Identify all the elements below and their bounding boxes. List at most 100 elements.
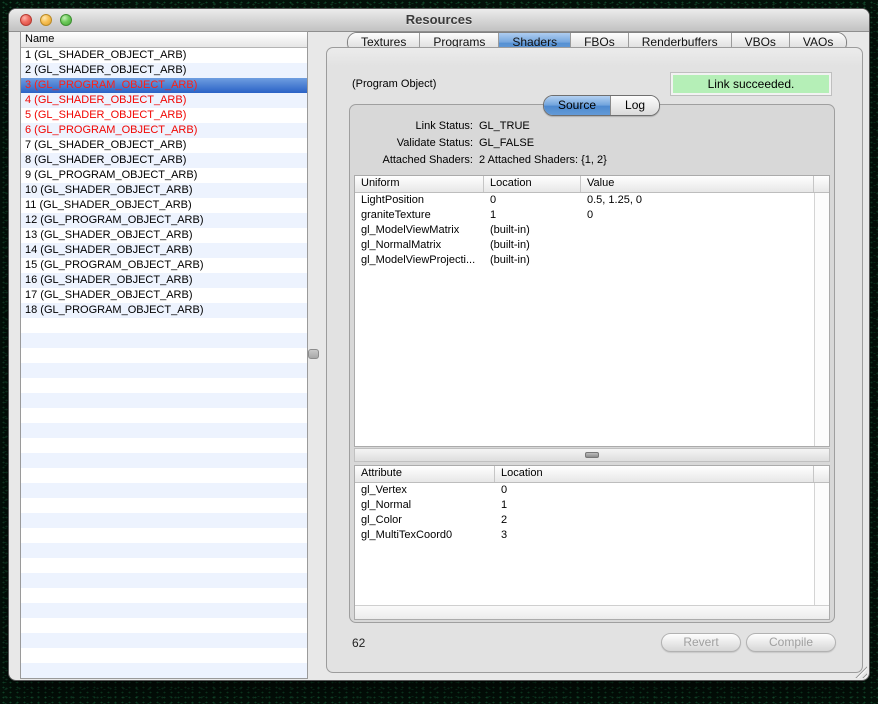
list-item-filler xyxy=(21,498,307,513)
list-item-filler xyxy=(21,318,307,333)
table-cell: (built-in) xyxy=(484,238,581,253)
info-row: Validate Status: GL_FALSE xyxy=(350,135,834,152)
list-item[interactable]: 12 (GL_PROGRAM_OBJECT_ARB) xyxy=(21,213,307,228)
uniform-table-vscrollbar[interactable] xyxy=(814,193,829,446)
info-value: 2 Attached Shaders: {1, 2} xyxy=(479,152,607,169)
subtab-source[interactable]: Source xyxy=(544,96,611,115)
list-item-filler xyxy=(21,348,307,363)
table-row[interactable]: gl_ModelViewMatrix(built-in) xyxy=(355,223,814,238)
info-row: Link Status: GL_TRUE xyxy=(350,118,834,135)
list-item-filler xyxy=(21,423,307,438)
revert-button[interactable]: Revert xyxy=(661,633,741,652)
list-item[interactable]: 17 (GL_SHADER_OBJECT_ARB) xyxy=(21,288,307,303)
column-header-location[interactable]: Location xyxy=(484,176,581,192)
table-cell: 1 xyxy=(495,498,814,513)
resources-window: Resources Name 1 (GL_SHADER_OBJECT_ARB)2… xyxy=(8,8,870,681)
list-item[interactable]: 18 (GL_PROGRAM_OBJECT_ARB) xyxy=(21,303,307,318)
list-item[interactable]: 16 (GL_SHADER_OBJECT_ARB) xyxy=(21,273,307,288)
table-row[interactable]: gl_Color2 xyxy=(355,513,814,528)
table-cell: (built-in) xyxy=(484,223,581,238)
table-row[interactable]: gl_NormalMatrix(built-in) xyxy=(355,238,814,253)
list-item[interactable]: 1 (GL_SHADER_OBJECT_ARB) xyxy=(21,48,307,63)
list-item-filler xyxy=(21,588,307,603)
table-row[interactable]: gl_ModelViewProjecti...(built-in) xyxy=(355,253,814,268)
info-value: GL_TRUE xyxy=(479,118,530,135)
list-item-filler xyxy=(21,378,307,393)
table-cell: gl_Normal xyxy=(355,498,495,513)
list-item-filler xyxy=(21,453,307,468)
table-cell: gl_NormalMatrix xyxy=(355,238,484,253)
attribute-table-hscrollbar[interactable] xyxy=(355,605,829,619)
list-item[interactable]: 14 (GL_SHADER_OBJECT_ARB) xyxy=(21,243,307,258)
list-item-filler xyxy=(21,393,307,408)
list-item-filler xyxy=(21,648,307,663)
list-column-header-name[interactable]: Name xyxy=(21,32,307,48)
object-type-label: (Program Object) xyxy=(352,78,436,90)
column-header-value[interactable]: Value xyxy=(581,176,814,192)
source-log-tabs: SourceLog xyxy=(543,95,660,116)
table-cell: gl_ModelViewProjecti... xyxy=(355,253,484,268)
uniform-table-body: LightPosition00.5, 1.25, 0graniteTexture… xyxy=(355,193,814,446)
attribute-table-header: AttributeLocation xyxy=(355,466,829,483)
list-item[interactable]: 11 (GL_SHADER_OBJECT_ARB) xyxy=(21,198,307,213)
list-item-filler xyxy=(21,603,307,618)
list-item-filler xyxy=(21,528,307,543)
list-item-filler xyxy=(21,543,307,558)
table-cell: 0.5, 1.25, 0 xyxy=(581,193,814,208)
list-item[interactable]: 7 (GL_SHADER_OBJECT_ARB) xyxy=(21,138,307,153)
list-item[interactable]: 5 (GL_SHADER_OBJECT_ARB) xyxy=(21,108,307,123)
list-item-filler xyxy=(21,408,307,423)
table-row[interactable]: gl_MultiTexCoord03 xyxy=(355,528,814,543)
list-item-filler xyxy=(21,618,307,633)
table-splitter-grip-icon xyxy=(585,452,599,458)
column-header-uniform[interactable]: Uniform xyxy=(355,176,484,192)
title-bar[interactable]: Resources xyxy=(9,9,869,32)
table-splitter[interactable] xyxy=(354,448,830,462)
table-cell: (built-in) xyxy=(484,253,581,268)
list-item[interactable]: 9 (GL_PROGRAM_OBJECT_ARB) xyxy=(21,168,307,183)
list-item[interactable]: 6 (GL_PROGRAM_OBJECT_ARB) xyxy=(21,123,307,138)
table-row[interactable]: gl_Vertex0 xyxy=(355,483,814,498)
subtab-log[interactable]: Log xyxy=(611,96,659,115)
info-label: Attached Shaders: xyxy=(350,152,473,169)
table-cell: gl_Color xyxy=(355,513,495,528)
compile-button[interactable]: Compile xyxy=(746,633,836,652)
resource-list-rows: 1 (GL_SHADER_OBJECT_ARB)2 (GL_SHADER_OBJ… xyxy=(21,48,307,678)
table-cell: graniteTexture xyxy=(355,208,484,223)
link-status-badge: Link succeeded. xyxy=(671,73,831,95)
table-cell: 2 xyxy=(495,513,814,528)
list-item[interactable]: 3 (GL_PROGRAM_OBJECT_ARB) xyxy=(21,78,307,93)
list-item[interactable]: 4 (GL_SHADER_OBJECT_ARB) xyxy=(21,93,307,108)
table-cell: gl_Vertex xyxy=(355,483,495,498)
table-cell: 3 xyxy=(495,528,814,543)
list-item-filler xyxy=(21,333,307,348)
table-cell: gl_MultiTexCoord0 xyxy=(355,528,495,543)
table-cell: 1 xyxy=(484,208,581,223)
list-item-filler xyxy=(21,468,307,483)
list-item-filler xyxy=(21,573,307,588)
resource-id-counter: 62 xyxy=(352,636,365,650)
list-item[interactable]: 2 (GL_SHADER_OBJECT_ARB) xyxy=(21,63,307,78)
list-item-filler xyxy=(21,558,307,573)
info-value: GL_FALSE xyxy=(479,135,534,152)
list-item[interactable]: 10 (GL_SHADER_OBJECT_ARB) xyxy=(21,183,307,198)
scrollbar-corner xyxy=(814,176,829,192)
table-cell: 0 xyxy=(495,483,814,498)
table-row[interactable]: gl_Normal1 xyxy=(355,498,814,513)
attribute-table-vscrollbar[interactable] xyxy=(814,483,829,605)
attribute-table-body: gl_Vertex0gl_Normal1gl_Color2gl_MultiTex… xyxy=(355,483,814,605)
info-label: Link Status: xyxy=(350,118,473,135)
uniform-table-header: UniformLocationValue xyxy=(355,176,829,193)
column-header-attribute[interactable]: Attribute xyxy=(355,466,495,482)
list-item[interactable]: 13 (GL_SHADER_OBJECT_ARB) xyxy=(21,228,307,243)
column-header-location[interactable]: Location xyxy=(495,466,814,482)
table-row[interactable]: LightPosition00.5, 1.25, 0 xyxy=(355,193,814,208)
list-item-filler xyxy=(21,438,307,453)
program-status-info: Link Status: GL_TRUE Validate Status: GL_FA… xyxy=(350,118,834,169)
info-label: Validate Status: xyxy=(350,135,473,152)
table-row[interactable]: graniteTexture10 xyxy=(355,208,814,223)
pane-splitter-handle[interactable] xyxy=(308,349,319,359)
table-cell: 0 xyxy=(484,193,581,208)
list-item[interactable]: 8 (GL_SHADER_OBJECT_ARB) xyxy=(21,153,307,168)
list-item[interactable]: 15 (GL_PROGRAM_OBJECT_ARB) xyxy=(21,258,307,273)
